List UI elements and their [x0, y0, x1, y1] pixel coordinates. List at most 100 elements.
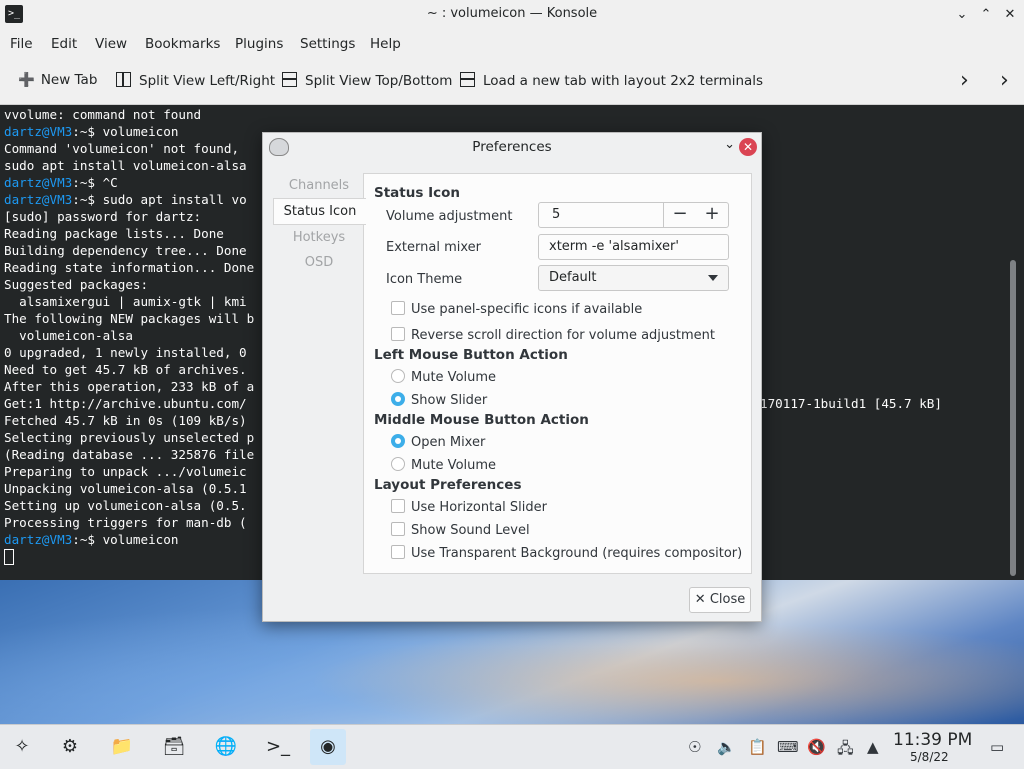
- clock-time[interactable]: 11:39 PM: [893, 730, 972, 750]
- taskbar: ✧ ⚙ 📁 🗃 🌐 >_ ◉ ☉ 🔈 📋 ⌨ 🔇 🖧 ▲ 11:39 PM 5/…: [0, 724, 1024, 769]
- split-left-right-button[interactable]: Split View Left/Right: [116, 72, 275, 89]
- terminal-line: [sudo] password for dartz:: [4, 209, 202, 224]
- middle-mute-radio[interactable]: Mute Volume: [391, 457, 496, 473]
- maximize-icon[interactable]: ⌃: [976, 5, 996, 25]
- terminal-line: sudo apt install volumeicon-alsa: [4, 158, 247, 173]
- tab-osd[interactable]: OSD: [273, 250, 365, 275]
- icon-theme-select[interactable]: Default: [538, 265, 729, 291]
- menu-bookmarks[interactable]: Bookmarks: [145, 36, 220, 52]
- terminal-cursor: [4, 549, 14, 565]
- status-icon-heading: Status Icon: [374, 185, 460, 201]
- checkbox-box: [391, 327, 405, 341]
- horizontal-slider-checkbox[interactable]: Use Horizontal Slider: [391, 499, 547, 515]
- load-layout-button[interactable]: Load a new tab with layout 2x2 terminals: [460, 72, 763, 89]
- close-button[interactable]: ✕ Close: [689, 587, 751, 613]
- external-mixer-label: External mixer: [386, 240, 481, 255]
- dropdown-caret-icon: [708, 275, 718, 281]
- terminal-line: Need to get 45.7 kB of archives.: [4, 362, 247, 377]
- volumeicon-task-icon[interactable]: ◉: [310, 729, 346, 765]
- layout-icon: [460, 72, 475, 87]
- terminal-line: After this operation, 233 kB of a: [4, 379, 255, 394]
- chevron-down-icon[interactable]: ⌄: [724, 137, 735, 152]
- minimize-icon[interactable]: ⌄: [952, 5, 972, 25]
- terminal-line: vvolume: command not found: [4, 107, 202, 122]
- panel-icons-checkbox[interactable]: Use panel-specific icons if available: [391, 301, 642, 317]
- terminal-get-tail: 170117-1build1 [45.7 kB]: [760, 396, 942, 411]
- status-icon-panel: Status Icon Volume adjustment 5 − + Exte…: [363, 173, 752, 574]
- radio-dot: [391, 457, 405, 471]
- terminal-line: Fetched 45.7 kB in 0s (109 kB/s): [4, 413, 247, 428]
- terminal-line: alsamixergui | aumix-gtk | kmi: [4, 294, 247, 309]
- tab-status-icon[interactable]: Status Icon: [273, 198, 366, 225]
- checkbox-box: [391, 499, 405, 513]
- split-vertical-icon: [116, 72, 131, 87]
- clipboard-icon[interactable]: 📋: [748, 738, 767, 756]
- documents-icon[interactable]: 🗃: [156, 729, 192, 765]
- tab-hotkeys[interactable]: Hotkeys: [273, 225, 365, 250]
- transparent-background-checkbox[interactable]: Use Transparent Background (requires com…: [391, 545, 742, 561]
- muted-speaker-icon[interactable]: 🔇: [807, 738, 826, 756]
- menu-view[interactable]: View: [95, 36, 127, 52]
- window-titlebar[interactable]: >_ ~ : volumeicon — Konsole ⌄ ⌃ ✕: [0, 0, 1024, 30]
- volume-adjustment-value: 5: [552, 207, 561, 222]
- left-mute-radio[interactable]: Mute Volume: [391, 369, 496, 385]
- menu-help[interactable]: Help: [370, 36, 401, 52]
- terminal-line: dartz@VM3:~$ ^C: [4, 175, 118, 190]
- terminal-line: Unpacking volumeicon-alsa (0.5.1: [4, 481, 247, 496]
- checkbox-box: [391, 522, 405, 536]
- dialog-titlebar[interactable]: Preferences ⌄ ✕: [263, 133, 761, 161]
- split-horizontal-icon: [282, 72, 297, 87]
- menu-edit[interactable]: Edit: [51, 36, 77, 52]
- layout-preferences-heading: Layout Preferences: [374, 477, 522, 493]
- external-mixer-input[interactable]: xterm -e 'alsamixer': [538, 234, 729, 260]
- file-manager-icon[interactable]: 📁: [104, 729, 140, 765]
- new-tab-icon: ➕: [18, 72, 35, 88]
- software-center-icon[interactable]: ⚙: [52, 729, 88, 765]
- menu-settings[interactable]: Settings: [300, 36, 355, 52]
- radio-dot-selected: [391, 392, 405, 406]
- menu-bar: File Edit View Bookmarks Plugins Setting…: [0, 30, 1024, 58]
- konsole-task-icon[interactable]: >_: [260, 729, 296, 765]
- terminal-line: The following NEW packages will b: [4, 311, 255, 326]
- minus-icon[interactable]: −: [664, 203, 696, 225]
- new-tab-button[interactable]: ➕ New Tab: [18, 72, 97, 88]
- clock-date[interactable]: 5/8/22: [910, 750, 949, 764]
- middle-open-mixer-radio[interactable]: Open Mixer: [391, 434, 485, 450]
- split-top-bottom-button[interactable]: Split View Top/Bottom: [282, 72, 452, 89]
- terminal-line: Reading package lists... Done: [4, 226, 224, 241]
- chevron-right-icon-2[interactable]: ›: [1000, 68, 1009, 93]
- preferences-dialog: Preferences ⌄ ✕ Channels Status Icon Hot…: [262, 132, 762, 622]
- expand-tray-icon[interactable]: ▲: [867, 738, 879, 756]
- steam-icon[interactable]: ☉: [688, 738, 701, 756]
- terminal-line: 0 upgraded, 1 newly installed, 0: [4, 345, 247, 360]
- volume-adjustment-spinbox[interactable]: 5 − +: [538, 202, 729, 228]
- checkbox-box: [391, 545, 405, 559]
- terminal-line: Building dependency tree... Done: [4, 243, 247, 258]
- icon-theme-value: Default: [549, 270, 597, 285]
- close-icon[interactable]: ✕: [1000, 5, 1020, 25]
- checkbox-box: [391, 301, 405, 315]
- volume-icon[interactable]: 🔈: [717, 738, 736, 756]
- icon-theme-label: Icon Theme: [386, 272, 463, 287]
- terminal-line: Reading state information... Done: [4, 260, 255, 275]
- application-launcher-icon[interactable]: ✧: [4, 729, 40, 765]
- network-icon[interactable]: 🖧: [837, 738, 854, 763]
- plus-icon[interactable]: +: [696, 203, 728, 225]
- show-desktop-icon[interactable]: ▭: [990, 738, 1004, 756]
- menu-plugins[interactable]: Plugins: [235, 36, 283, 52]
- tab-channels[interactable]: Channels: [273, 173, 365, 198]
- radio-dot-selected: [391, 434, 405, 448]
- terminal-line: Suggested packages:: [4, 277, 149, 292]
- menu-file[interactable]: File: [10, 36, 33, 52]
- reverse-scroll-checkbox[interactable]: Reverse scroll direction for volume adju…: [391, 327, 715, 343]
- volume-adjustment-label: Volume adjustment: [386, 209, 513, 224]
- dialog-close-icon[interactable]: ✕: [739, 138, 757, 156]
- terminal-line: Processing triggers for man-db (: [4, 515, 247, 530]
- left-show-slider-radio[interactable]: Show Slider: [391, 392, 487, 408]
- chevron-right-icon[interactable]: ›: [960, 68, 969, 93]
- sound-level-checkbox[interactable]: Show Sound Level: [391, 522, 530, 538]
- terminal-scrollbar[interactable]: [1010, 260, 1016, 576]
- terminal-line: Preparing to unpack .../volumeic: [4, 464, 247, 479]
- browser-icon[interactable]: 🌐: [208, 729, 244, 765]
- keyboard-icon[interactable]: ⌨: [777, 738, 799, 756]
